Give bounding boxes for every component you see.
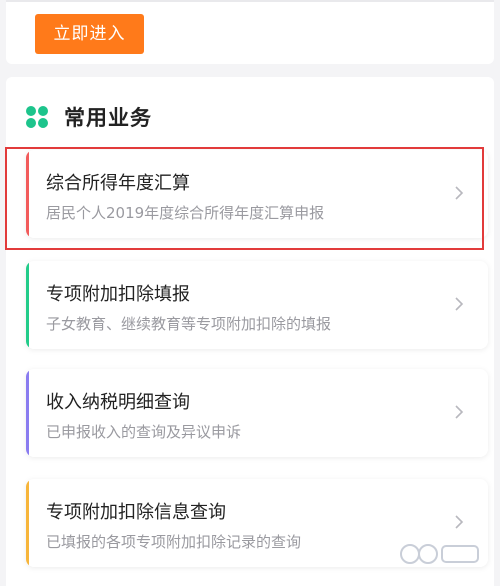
service-subtitle: 已申报收入的查询及异议申诉 [46, 423, 242, 441]
accent-bar [26, 479, 29, 567]
service-card-income-tax-detail[interactable]: 收入纳税明细查询 已申报收入的查询及异议申诉 [26, 369, 488, 457]
service-subtitle: 子女教育、继续教育等专项附加扣除的填报 [46, 315, 332, 333]
divider [6, 0, 494, 2]
common-services-section: 常用业务 综合所得年度汇算 居民个人2019年度综合所得年度汇算申报 专项附加扣… [6, 77, 494, 586]
service-title: 专项附加扣除填报 [46, 284, 190, 305]
accent-bar [26, 369, 29, 457]
service-subtitle: 已填报的各项专项附加扣除记录的查询 [46, 533, 302, 551]
accent-bar [26, 261, 29, 349]
enter-now-button[interactable]: 立即进入 [35, 14, 144, 54]
chevron-right-icon [455, 297, 464, 311]
chevron-right-icon [455, 186, 464, 200]
service-subtitle: 居民个人2019年度综合所得年度汇算申报 [46, 204, 325, 222]
accent-bar [26, 150, 29, 238]
chevron-right-icon [455, 515, 464, 529]
service-title: 综合所得年度汇算 [46, 173, 190, 194]
app-screen: 立即进入 常用业务 综合所得年度汇算 居民个人2019年度综合所得年度汇算申报 … [0, 0, 500, 586]
top-card: 立即进入 [6, 0, 494, 64]
grid-dots-icon [26, 106, 48, 128]
section-header: 常用业务 [26, 99, 152, 135]
service-card-special-deduction-fill[interactable]: 专项附加扣除填报 子女教育、继续教育等专项附加扣除的填报 [26, 261, 488, 349]
chevron-right-icon [455, 405, 464, 419]
section-title: 常用业务 [64, 106, 152, 130]
service-title: 收入纳税明细查询 [46, 392, 190, 413]
service-card-annual-settlement[interactable]: 综合所得年度汇算 居民个人2019年度综合所得年度汇算申报 [26, 150, 488, 238]
watermark-logo [400, 544, 479, 564]
service-title: 专项附加扣除信息查询 [46, 502, 226, 523]
